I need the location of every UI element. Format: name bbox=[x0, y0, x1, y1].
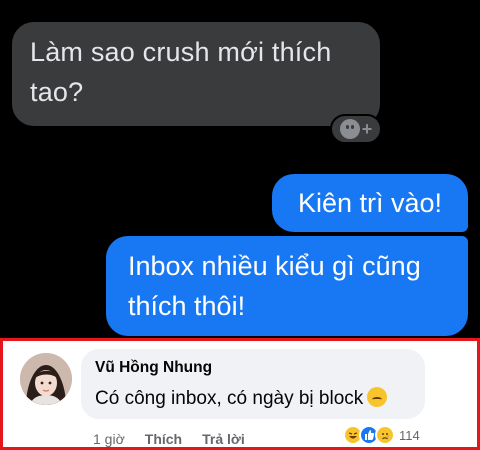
outgoing-message-bubble-2: Inbox nhiều kiểu gì cũng thích thôi! bbox=[106, 236, 468, 336]
messenger-chat: Làm sao crush mới thích tao? + Kiên trì … bbox=[0, 0, 480, 338]
outgoing-message-bubble-1: Kiên trì vào! bbox=[272, 174, 468, 232]
avatar[interactable] bbox=[20, 353, 72, 405]
incoming-message-bubble: Làm sao crush mới thích tao? bbox=[12, 22, 380, 126]
comment-bubble: Vũ Hồng Nhung Có công inbox, có ngày bị … bbox=[81, 349, 425, 419]
comment-text-content: Có công inbox, có ngày bị block bbox=[95, 388, 364, 409]
facebook-comment: Vũ Hồng Nhung Có công inbox, có ngày bị … bbox=[0, 338, 480, 450]
smile-emoji-icon bbox=[367, 387, 388, 407]
sad-icon bbox=[375, 425, 395, 445]
reaction-count: 114 bbox=[399, 427, 420, 443]
smiley-icon bbox=[339, 119, 360, 139]
comment-time[interactable]: 1 giờ bbox=[93, 431, 125, 447]
comment-text: Có công inbox, có ngày bị block bbox=[95, 384, 411, 414]
reaction-summary[interactable]: 114 bbox=[343, 423, 420, 447]
comment-author[interactable]: Vũ Hồng Nhung bbox=[95, 358, 411, 378]
reply-button[interactable]: Trả lời bbox=[202, 431, 245, 447]
plus-icon: + bbox=[361, 119, 373, 139]
add-reaction-button[interactable]: + bbox=[330, 114, 382, 144]
like-button[interactable]: Thích bbox=[145, 431, 182, 447]
comment-actions: 1 giờ Thích Trả lời bbox=[93, 431, 245, 447]
